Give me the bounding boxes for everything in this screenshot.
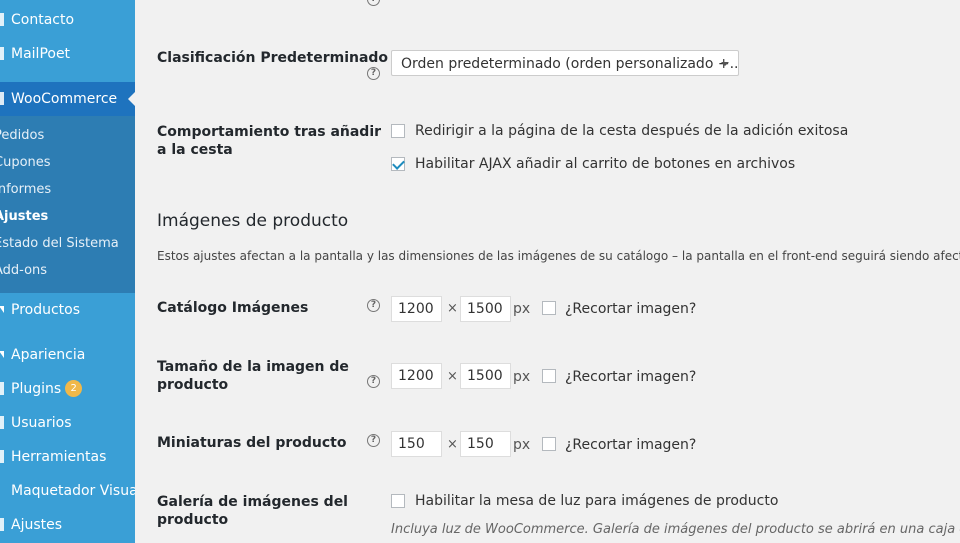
catalog-height-input[interactable]: 1500 — [460, 296, 511, 322]
sorting-label: Clasificación Predeterminado — [157, 50, 389, 66]
single-image-label-line2: producto — [157, 377, 229, 393]
submenu-item-pedidos[interactable]: Pedidos — [0, 122, 135, 149]
contact-icon — [0, 13, 4, 26]
thumbnail-height-input[interactable]: 150 — [460, 431, 511, 457]
unit-label: px — [513, 369, 531, 385]
single-height-input[interactable]: 1500 — [460, 363, 511, 389]
thumbnails-label: Miniaturas del producto — [157, 435, 347, 451]
mailpoet-icon — [0, 47, 4, 60]
menu-item-ajustes[interactable]: Ajustes — [0, 508, 135, 542]
users-icon — [0, 416, 4, 429]
menu-item-maquetador-visual[interactable]: Maquetador Visual — [0, 474, 135, 508]
times-sign: × — [447, 369, 458, 384]
single-crop-checkbox[interactable] — [542, 369, 556, 383]
submenu-item-informes[interactable]: Informes — [0, 176, 135, 203]
catalog-crop-label: ¿Recortar imagen? — [565, 301, 697, 317]
gallery-lightbox-label: Habilitar la mesa de luz para imágenes d… — [415, 493, 779, 509]
products-icon — [0, 306, 4, 313]
ajax-add-to-cart-label: Habilitar AJAX añadir al carrito de boto… — [415, 156, 796, 172]
unit-label: px — [513, 301, 531, 317]
default-sorting-select[interactable]: Orden predeterminado (orden personalizad… — [391, 50, 739, 76]
woocommerce-icon — [0, 92, 4, 105]
plugins-icon — [0, 382, 4, 395]
update-count-badge: 2 — [65, 379, 83, 397]
menu-item-apariencia[interactable]: Apariencia — [0, 338, 135, 372]
help-icon[interactable]: ? — [367, 375, 380, 388]
redirect-to-cart-checkbox[interactable] — [391, 124, 405, 138]
menu-item-mailpoet[interactable]: MailPoet — [0, 37, 135, 71]
product-images-description: Estos ajustes afectan a la pantalla y la… — [157, 249, 960, 263]
menu-item-usuarios[interactable]: Usuarios — [0, 406, 135, 440]
woocommerce-submenu: Pedidos Cupones Informes Ajustes Estado … — [0, 116, 135, 293]
chevron-down-icon — [721, 62, 729, 66]
catalog-images-label: Catálogo Imágenes — [157, 300, 309, 316]
plugins-label: Plugins — [11, 381, 62, 397]
gallery-label-line2: producto — [157, 512, 229, 528]
catalog-crop-checkbox[interactable] — [542, 301, 556, 315]
submenu-item-add-ons[interactable]: Add-ons — [0, 257, 135, 284]
menu-item-contacto[interactable]: Contacto — [0, 3, 135, 37]
thumbnail-width-input[interactable]: 150 — [391, 431, 442, 457]
menu-item-productos[interactable]: Productos — [0, 293, 135, 327]
add-to-cart-label-line1: Comportamiento tras añadir — [157, 124, 382, 140]
catalog-width-input[interactable]: 1200 — [391, 296, 442, 322]
default-sorting-value: Orden predeterminado (orden personalizad… — [401, 56, 739, 72]
help-icon[interactable]: ? — [367, 67, 380, 80]
help-icon[interactable]: ? — [367, 0, 380, 6]
help-icon[interactable]: ? — [367, 434, 380, 447]
help-icon[interactable]: ? — [367, 299, 380, 312]
admin-sidebar: Contacto MailPoet WooCommerce Pedidos Cu… — [0, 0, 135, 543]
ajax-add-to-cart-checkbox[interactable] — [391, 157, 405, 171]
menu-item-herramientas[interactable]: Herramientas — [0, 440, 135, 474]
redirect-to-cart-label: Redirigir a la página de la cesta despué… — [415, 123, 849, 139]
times-sign: × — [447, 437, 458, 452]
single-width-input[interactable]: 1200 — [391, 363, 442, 389]
menu-item-woocommerce[interactable]: WooCommerce — [0, 82, 135, 116]
times-sign: × — [447, 301, 458, 316]
single-crop-label: ¿Recortar imagen? — [565, 369, 697, 385]
gallery-lightbox-checkbox[interactable] — [391, 494, 405, 508]
submenu-item-cupones[interactable]: Cupones — [0, 149, 135, 176]
thumbnail-crop-label: ¿Recortar imagen? — [565, 437, 697, 453]
unit-label: px — [513, 437, 531, 453]
settings-content: ? Clasificación Predeterminado ? Orden p… — [135, 0, 960, 543]
gallery-label-line1: Galería de imágenes del — [157, 494, 348, 510]
tools-icon — [0, 450, 4, 463]
product-images-heading: Imágenes de producto — [157, 211, 349, 231]
thumbnail-crop-checkbox[interactable] — [542, 437, 556, 451]
menu-item-plugins[interactable]: Plugins 2 — [0, 372, 135, 406]
current-menu-arrow-icon — [128, 92, 135, 106]
add-to-cart-label-line2: a la cesta — [157, 142, 233, 158]
gallery-lightbox-note: Incluya luz de WooCommerce. Galería de i… — [391, 522, 960, 537]
submenu-item-ajustes[interactable]: Ajustes — [0, 203, 135, 230]
single-image-label-line1: Tamaño de la imagen de — [157, 359, 349, 375]
settings-icon — [0, 518, 4, 531]
submenu-item-estado-sistema[interactable]: Estado del Sistema — [0, 230, 135, 257]
appearance-icon — [0, 351, 4, 358]
